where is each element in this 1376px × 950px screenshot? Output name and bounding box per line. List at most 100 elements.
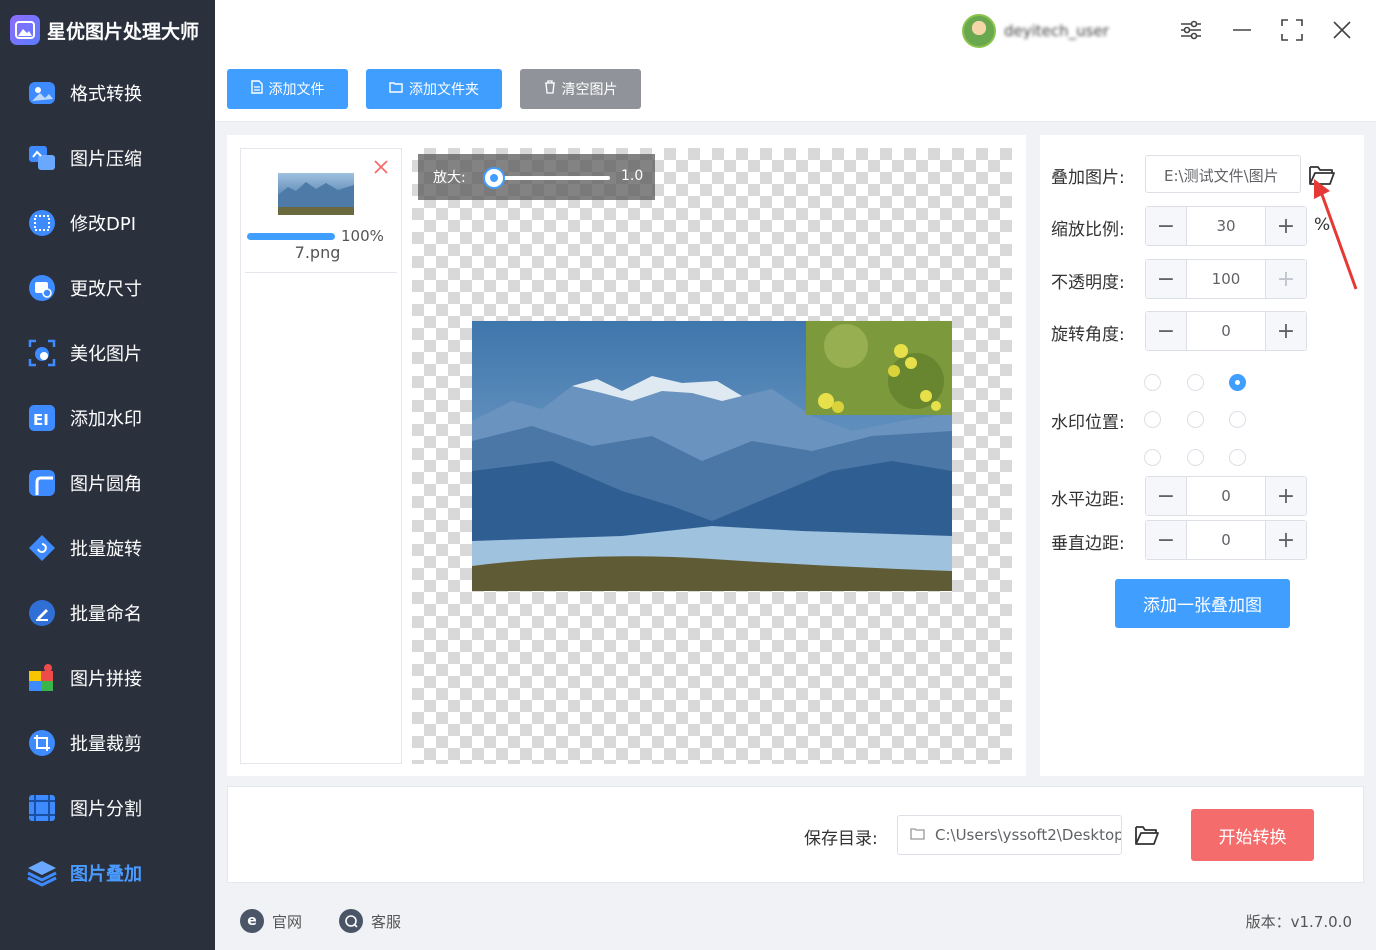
preview-main-image xyxy=(472,321,952,591)
sidebar-item-label: 美化图片 xyxy=(70,343,142,365)
add-file-button[interactable]: 添加文件 xyxy=(227,69,348,109)
rotate-stepper: − 0 + xyxy=(1145,311,1307,351)
sidebar-item-label: 批量裁剪 xyxy=(70,733,142,755)
puzzle-icon xyxy=(26,662,58,694)
folder-icon xyxy=(389,81,403,97)
zoom-value: 1.0 xyxy=(621,168,644,184)
svg-text:EI: EI xyxy=(33,411,49,429)
opacity-decrease-button[interactable]: − xyxy=(1146,260,1187,298)
hmargin-decrease-button[interactable]: − xyxy=(1146,477,1187,515)
position-middle-left-radio[interactable] xyxy=(1144,411,1161,428)
save-dir-field[interactable]: C:\Users\yssoft2\Desktop xyxy=(897,815,1122,855)
scale-input[interactable]: 30 xyxy=(1187,207,1265,245)
scale-label: 缩放比例: xyxy=(1051,220,1125,240)
sidebar-item-rounded-corner[interactable]: 图片圆角 xyxy=(0,450,215,515)
clear-images-button[interactable]: 清空图片 xyxy=(520,69,641,109)
image-preview: 放大: 1.0 xyxy=(412,148,1012,764)
save-dir-label: 保存目录: xyxy=(804,829,878,849)
sidebar-item-crop[interactable]: 批量裁剪 xyxy=(0,710,215,775)
customer-service-link[interactable]: 客服 xyxy=(339,909,401,933)
rotate-input[interactable]: 0 xyxy=(1187,312,1265,350)
position-top-right-radio[interactable] xyxy=(1229,374,1246,391)
scale-unit: % xyxy=(1314,215,1331,235)
sidebar-item-rename[interactable]: 批量命名 xyxy=(0,580,215,645)
sidebar-item-format-convert[interactable]: 格式转换 xyxy=(0,60,215,125)
sidebar-item-compress[interactable]: 图片压缩 xyxy=(0,125,215,190)
sidebar-item-overlay[interactable]: 图片叠加 xyxy=(0,840,215,905)
app-title-bar: 星优图片处理大师 xyxy=(0,0,215,60)
zoom-slider-handle[interactable] xyxy=(483,167,505,189)
zoom-label: 放大: xyxy=(433,170,466,186)
maximize-icon[interactable] xyxy=(1280,18,1304,42)
position-middle-right-radio[interactable] xyxy=(1229,411,1246,428)
sidebar-item-rotate[interactable]: 批量旋转 xyxy=(0,515,215,580)
rotate-increase-button[interactable]: + xyxy=(1265,312,1306,350)
file-progress-bar xyxy=(247,233,335,240)
overlay-image[interactable] xyxy=(806,321,952,415)
position-bottom-left-radio[interactable] xyxy=(1144,449,1161,466)
add-folder-button[interactable]: 添加文件夹 xyxy=(366,69,502,109)
sidebar-item-resize[interactable]: 更改尺寸 xyxy=(0,255,215,320)
position-top-center-radio[interactable] xyxy=(1187,374,1204,391)
opacity-increase-button[interactable]: + xyxy=(1265,260,1306,298)
file-list: 100% 7.png xyxy=(240,148,402,764)
vmargin-input[interactable]: 0 xyxy=(1187,521,1265,559)
sidebar-item-label: 添加水印 xyxy=(70,408,142,430)
overlay-path-field[interactable]: E:\测试文件\图片 xyxy=(1145,155,1301,193)
layers-icon xyxy=(26,857,58,889)
file-name: 7.png xyxy=(294,243,341,262)
sidebar-item-label: 图片叠加 xyxy=(70,863,142,885)
rotate-decrease-button[interactable]: − xyxy=(1146,312,1187,350)
minimize-icon[interactable] xyxy=(1230,18,1254,42)
scale-increase-button[interactable]: + xyxy=(1265,207,1306,245)
sidebar-item-label: 修改DPI xyxy=(70,213,137,235)
position-label: 水印位置: xyxy=(1051,413,1125,433)
website-label: 官网 xyxy=(272,912,303,931)
position-top-left-radio[interactable] xyxy=(1144,374,1161,391)
list-item[interactable]: 100% 7.png xyxy=(245,149,397,273)
sidebar-item-label: 批量旋转 xyxy=(70,538,142,560)
vmargin-increase-button[interactable]: + xyxy=(1265,521,1306,559)
position-center-radio[interactable] xyxy=(1187,411,1204,428)
annotation-arrow-icon xyxy=(1314,179,1358,290)
rename-icon xyxy=(26,597,58,629)
browse-save-folder-icon[interactable] xyxy=(1134,824,1160,846)
sidebar: 星优图片处理大师 格式转换 图片压缩 修改DPI 更改尺寸 美化图片 EI 添加水… xyxy=(0,0,215,950)
compress-icon xyxy=(26,142,58,174)
sidebar-item-stitch[interactable]: 图片拼接 xyxy=(0,645,215,710)
version-text: 版本：v1.7.0.0 xyxy=(1245,913,1352,931)
position-bottom-right-radio[interactable] xyxy=(1229,449,1246,466)
horizontal-margin-stepper: − 0 + xyxy=(1145,476,1307,516)
hmargin-increase-button[interactable]: + xyxy=(1265,477,1306,515)
sidebar-item-label: 图片压缩 xyxy=(70,148,142,170)
avatar xyxy=(962,14,996,48)
remove-file-icon[interactable] xyxy=(373,159,393,179)
start-convert-button[interactable]: 开始转换 xyxy=(1191,809,1314,861)
scale-decrease-button[interactable]: − xyxy=(1146,207,1187,245)
vmargin-decrease-button[interactable]: − xyxy=(1146,521,1187,559)
scale-stepper: − 30 + xyxy=(1145,206,1307,246)
zoom-slider-track[interactable] xyxy=(490,176,610,180)
settings-sliders-icon[interactable] xyxy=(1179,18,1203,42)
vertical-margin-stepper: − 0 + xyxy=(1145,520,1307,560)
website-link[interactable]: e 官网 xyxy=(240,909,302,933)
opacity-input[interactable]: 100 xyxy=(1187,260,1265,298)
file-thumbnail xyxy=(278,173,354,215)
close-icon[interactable] xyxy=(1330,18,1354,42)
sidebar-nav: 格式转换 图片压缩 修改DPI 更改尺寸 美化图片 EI 添加水印 图片圆角 批量… xyxy=(0,60,215,905)
footer: e 官网 客服 版本：v1.7.0.0 xyxy=(215,893,1376,950)
sidebar-item-watermark[interactable]: EI 添加水印 xyxy=(0,385,215,450)
overlay-image-label: 叠加图片: xyxy=(1051,168,1125,188)
add-overlay-button[interactable]: 添加一张叠加图 xyxy=(1115,579,1290,628)
rotate-icon xyxy=(26,532,58,564)
sidebar-item-dpi[interactable]: 修改DPI xyxy=(0,190,215,255)
settings-panel: 叠加图片: E:\测试文件\图片 缩放比例: − 30 + % 不透明度: − … xyxy=(1040,135,1364,776)
sidebar-item-beautify[interactable]: 美化图片 xyxy=(0,320,215,385)
vertical-margin-label: 垂直边距: xyxy=(1051,534,1125,554)
app-logo-icon xyxy=(10,15,40,45)
sidebar-item-split[interactable]: 图片分割 xyxy=(0,775,215,840)
position-bottom-center-radio[interactable] xyxy=(1187,449,1204,466)
user-profile[interactable]: deyitech_user xyxy=(962,14,1134,48)
hmargin-input[interactable]: 0 xyxy=(1187,477,1265,515)
title-bar: deyitech_user xyxy=(215,0,1376,60)
